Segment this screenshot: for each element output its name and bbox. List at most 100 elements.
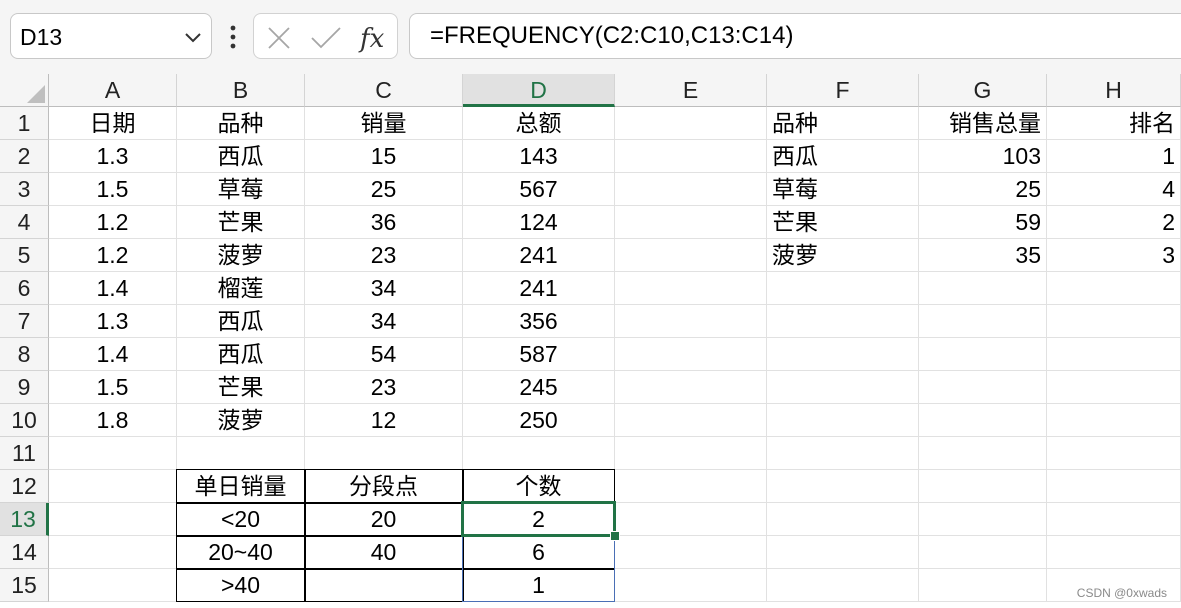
cell-f5[interactable]: 菠萝 [767,239,919,272]
cell-b9[interactable]: 芒果 [177,371,305,404]
cell-e10[interactable] [615,404,767,437]
cell-g9[interactable] [919,371,1047,404]
column-header-b[interactable]: B [177,74,305,107]
cell-e5[interactable] [615,239,767,272]
cell-d8[interactable]: 587 [463,338,615,371]
cell-f13[interactable] [767,503,919,536]
cell-c4[interactable]: 36 [305,206,463,239]
cell-g15[interactable] [919,569,1047,602]
cell-b11[interactable] [177,437,305,470]
cell-e9[interactable] [615,371,767,404]
cell-e7[interactable] [615,305,767,338]
row-header-13[interactable]: 13 [0,503,49,536]
cell-b4[interactable]: 芒果 [177,206,305,239]
cell-h5[interactable]: 3 [1047,239,1181,272]
cell-d3[interactable]: 567 [463,173,615,206]
cell-f8[interactable] [767,338,919,371]
cell-f2[interactable]: 西瓜 [767,140,919,173]
cell-f7[interactable] [767,305,919,338]
cell-h9[interactable] [1047,371,1181,404]
cell-c5[interactable]: 23 [305,239,463,272]
row-header-1[interactable]: 1 [0,107,49,140]
cell-h2[interactable]: 1 [1047,140,1181,173]
cell-g10[interactable] [919,404,1047,437]
cell-d10[interactable]: 250 [463,404,615,437]
cell-f3[interactable]: 草莓 [767,173,919,206]
cell-c7[interactable]: 34 [305,305,463,338]
row-header-3[interactable]: 3 [0,173,49,206]
cell-c11[interactable] [305,437,463,470]
row-header-14[interactable]: 14 [0,536,49,569]
cell-b6[interactable]: 榴莲 [177,272,305,305]
cell-c14[interactable]: 40 [305,536,463,569]
row-header-4[interactable]: 4 [0,206,49,239]
cell-g5[interactable]: 35 [919,239,1047,272]
cell-b1[interactable]: 品种 [177,107,305,140]
cell-b7[interactable]: 西瓜 [177,305,305,338]
cell-g2[interactable]: 103 [919,140,1047,173]
cell-h1[interactable]: 排名 [1047,107,1181,140]
column-header-e[interactable]: E [615,74,767,107]
cell-f9[interactable] [767,371,919,404]
row-header-9[interactable]: 9 [0,371,49,404]
cell-g1[interactable]: 销售总量 [919,107,1047,140]
cell-h6[interactable] [1047,272,1181,305]
cell-g6[interactable] [919,272,1047,305]
cell-a5[interactable]: 1.2 [49,239,177,272]
cell-c2[interactable]: 15 [305,140,463,173]
cell-d9[interactable]: 245 [463,371,615,404]
cell-h10[interactable] [1047,404,1181,437]
cell-a2[interactable]: 1.3 [49,140,177,173]
fx-icon[interactable]: fx [358,21,390,55]
cell-c9[interactable]: 23 [305,371,463,404]
cell-g3[interactable]: 25 [919,173,1047,206]
cell-d12[interactable]: 个数 [463,470,615,503]
cell-b13[interactable]: <20 [177,503,305,536]
cell-h4[interactable]: 2 [1047,206,1181,239]
row-header-12[interactable]: 12 [0,470,49,503]
row-header-2[interactable]: 2 [0,140,49,173]
cell-g8[interactable] [919,338,1047,371]
row-header-6[interactable]: 6 [0,272,49,305]
cell-e11[interactable] [615,437,767,470]
cell-g7[interactable] [919,305,1047,338]
formula-input[interactable]: =FREQUENCY(C2:C10,C13:C14) [409,13,1181,59]
cell-e14[interactable] [615,536,767,569]
column-header-f[interactable]: F [767,74,919,107]
select-all-corner[interactable] [0,74,49,107]
column-header-c[interactable]: C [305,74,463,107]
cell-h8[interactable] [1047,338,1181,371]
cell-h11[interactable] [1047,437,1181,470]
column-header-g[interactable]: G [919,74,1047,107]
cell-g12[interactable] [919,470,1047,503]
cell-c6[interactable]: 34 [305,272,463,305]
cell-c12[interactable]: 分段点 [305,470,463,503]
cell-a9[interactable]: 1.5 [49,371,177,404]
cell-h13[interactable] [1047,503,1181,536]
checkmark-icon[interactable] [310,25,342,51]
row-header-15[interactable]: 15 [0,569,49,602]
cell-f4[interactable]: 芒果 [767,206,919,239]
cell-e3[interactable] [615,173,767,206]
cell-e2[interactable] [615,140,767,173]
cell-a11[interactable] [49,437,177,470]
row-header-7[interactable]: 7 [0,305,49,338]
more-options-icon[interactable] [224,23,242,51]
cell-g14[interactable] [919,536,1047,569]
cell-f14[interactable] [767,536,919,569]
cell-a15[interactable] [49,569,177,602]
cell-d11[interactable] [463,437,615,470]
cell-a12[interactable] [49,470,177,503]
cell-e13[interactable] [615,503,767,536]
cell-b10[interactable]: 菠萝 [177,404,305,437]
row-header-8[interactable]: 8 [0,338,49,371]
fill-handle[interactable] [610,531,620,541]
cell-e4[interactable] [615,206,767,239]
cell-d2[interactable]: 143 [463,140,615,173]
cell-e6[interactable] [615,272,767,305]
cell-a13[interactable] [49,503,177,536]
cell-d4[interactable]: 124 [463,206,615,239]
cell-a6[interactable]: 1.4 [49,272,177,305]
cell-c13[interactable]: 20 [305,503,463,536]
cell-e15[interactable] [615,569,767,602]
